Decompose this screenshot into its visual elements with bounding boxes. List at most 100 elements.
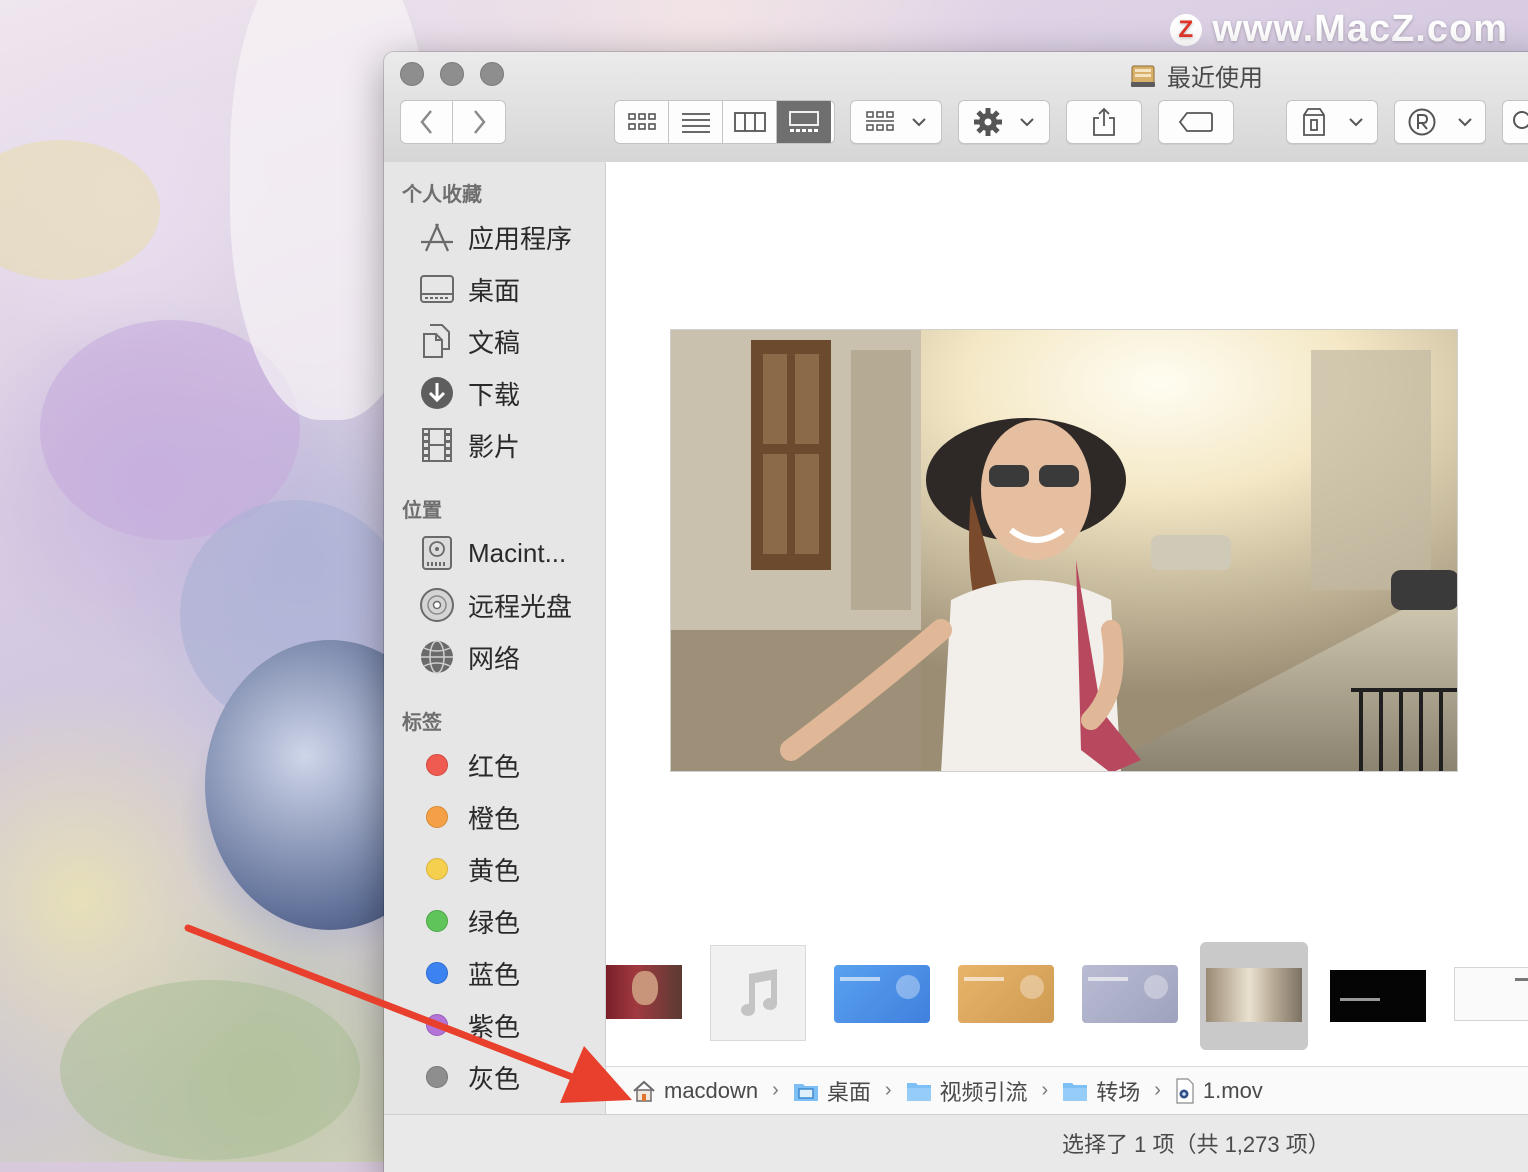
thumbnail-white-document[interactable]	[1454, 967, 1528, 1021]
columns-icon	[733, 112, 766, 132]
tag-color-dot	[426, 858, 448, 880]
path-separator-icon: ›	[1041, 1079, 1049, 1101]
path-item-label: 桌面	[826, 1079, 871, 1105]
path-separator-icon: ›	[884, 1079, 892, 1101]
gallery-icon	[789, 111, 819, 132]
path-bar: macdown › 桌面 › 视频引流 › 转场 › 1.mov	[606, 1066, 1528, 1114]
sidebar-item-label: 灰色	[468, 1063, 521, 1094]
music-note-icon	[741, 969, 777, 1016]
sidebar-tag-purple[interactable]: 紫色	[418, 1003, 520, 1047]
sidebar-item-desktop[interactable]: 桌面	[418, 267, 520, 311]
path-item-transition-folder[interactable]: 转场	[1062, 1075, 1140, 1107]
chevron-down-icon	[1349, 118, 1363, 127]
path-item-video-folder[interactable]: 视频引流	[906, 1075, 1028, 1107]
sidebar-item-label: 蓝色	[468, 959, 521, 990]
thumbnail-black-title-video[interactable]	[1330, 970, 1426, 1022]
sidebar-item-label: Macint...	[468, 537, 567, 568]
tag-color-dot	[426, 806, 448, 828]
action-menu-button[interactable]	[958, 100, 1050, 144]
thumbnail-portrait-photo[interactable]	[606, 965, 682, 1019]
back-button[interactable]	[401, 101, 453, 143]
sidebar-item-macintosh-hd[interactable]: Macint...	[418, 531, 566, 575]
path-separator-icon: ›	[1154, 1079, 1161, 1101]
list-view-button[interactable]	[669, 101, 723, 143]
path-item-home[interactable]: macdown	[632, 1078, 758, 1104]
group-by-icon	[866, 111, 894, 131]
group-by-button[interactable]	[850, 100, 942, 144]
street-photo	[671, 330, 1457, 771]
sidebar-item-movies[interactable]: 影片	[418, 423, 520, 467]
tags-header: 标签	[402, 712, 442, 734]
sidebar-tag-green[interactable]: 绿色	[418, 899, 520, 943]
gallery-view-button[interactable]	[777, 101, 831, 143]
sidebar-tag-red[interactable]: 红色	[418, 743, 520, 787]
icon-view-button[interactable]	[615, 101, 669, 143]
folder-icon	[906, 1082, 931, 1101]
window-title: 最近使用	[1129, 58, 1263, 93]
card-z-logo	[1020, 975, 1044, 999]
thumbnail-gold-vip-card[interactable]	[958, 965, 1054, 1023]
sidebar-tag-blue[interactable]: 蓝色	[418, 951, 520, 995]
tag-color-dot	[426, 962, 448, 984]
edit-tags-button[interactable]	[1158, 100, 1234, 144]
thumbnail-audio-file[interactable]	[710, 945, 806, 1041]
document-line	[1515, 978, 1528, 981]
applications-icon	[418, 218, 456, 256]
close-window-button[interactable]	[400, 62, 424, 86]
sidebar-item-documents[interactable]: 文稿	[418, 319, 520, 363]
sidebar-item-label: 影片	[468, 431, 521, 462]
sidebar-item-network[interactable]: 网络	[418, 635, 520, 679]
tag-icon	[1178, 112, 1213, 132]
list-icon	[681, 113, 710, 133]
network-icon	[418, 638, 456, 676]
path-item-label: 1.mov	[1202, 1077, 1263, 1103]
gallery-preview-image[interactable]	[670, 329, 1458, 772]
sidebar-item-applications[interactable]: 应用程序	[418, 215, 572, 259]
chevron-left-icon	[419, 110, 432, 134]
movie-file-icon	[1176, 1077, 1194, 1104]
folder-icon	[1063, 1082, 1088, 1101]
sidebar-tag-gray[interactable]: 灰色	[418, 1055, 520, 1099]
thumbnail-image	[1206, 968, 1302, 1022]
desktop-icon	[418, 270, 456, 308]
card-line	[964, 977, 1004, 981]
sidebar-item-label: 紫色	[468, 1011, 521, 1042]
sidebar-tag-yellow[interactable]: 黄色	[418, 847, 520, 891]
watermark-logo: Z	[1170, 13, 1203, 46]
archive-icon	[1303, 108, 1325, 136]
nav-buttons	[400, 100, 506, 144]
path-item-file[interactable]: 1.mov	[1175, 1078, 1263, 1104]
sidebar-item-remote-disc[interactable]: 远程光盘	[418, 583, 572, 627]
locations-header: 位置	[402, 500, 442, 522]
thumbnail-face	[632, 971, 658, 1005]
view-mode-control	[614, 100, 835, 144]
sidebar-item-label: 应用程序	[468, 223, 573, 254]
tag-color-dot	[426, 1066, 448, 1088]
chevron-down-icon	[912, 118, 926, 127]
extension-button[interactable]	[1394, 100, 1486, 144]
archive-button[interactable]	[1286, 100, 1378, 144]
search-icon	[1513, 111, 1528, 129]
gear-icon	[974, 108, 1002, 136]
zoom-window-button[interactable]	[480, 62, 504, 86]
tag-color-dot	[426, 1014, 448, 1036]
thumbnail-silver-vip-card[interactable]	[1082, 965, 1178, 1023]
recents-drawer-icon	[1131, 65, 1155, 87]
column-view-button[interactable]	[723, 101, 777, 143]
thumbnail-street-video-selected[interactable]	[1200, 942, 1308, 1050]
minimize-window-button[interactable]	[440, 62, 464, 86]
registered-icon	[1408, 108, 1436, 136]
share-button[interactable]	[1066, 100, 1142, 144]
sidebar-item-downloads[interactable]: 下载	[418, 371, 520, 415]
wallpaper-leaf	[60, 980, 360, 1160]
forward-button[interactable]	[453, 101, 505, 143]
card-line	[1088, 977, 1128, 981]
watermark-text: www.MacZ.com	[1212, 8, 1508, 50]
path-item-desktop[interactable]: 桌面	[793, 1075, 871, 1107]
search-field[interactable]	[1502, 100, 1528, 144]
tag-color-dot	[426, 754, 448, 776]
sidebar-item-label: 文稿	[468, 327, 521, 358]
thumbnail-blue-vip-card[interactable]	[834, 965, 930, 1023]
share-icon	[1093, 107, 1115, 136]
sidebar-tag-orange[interactable]: 橙色	[418, 795, 520, 839]
